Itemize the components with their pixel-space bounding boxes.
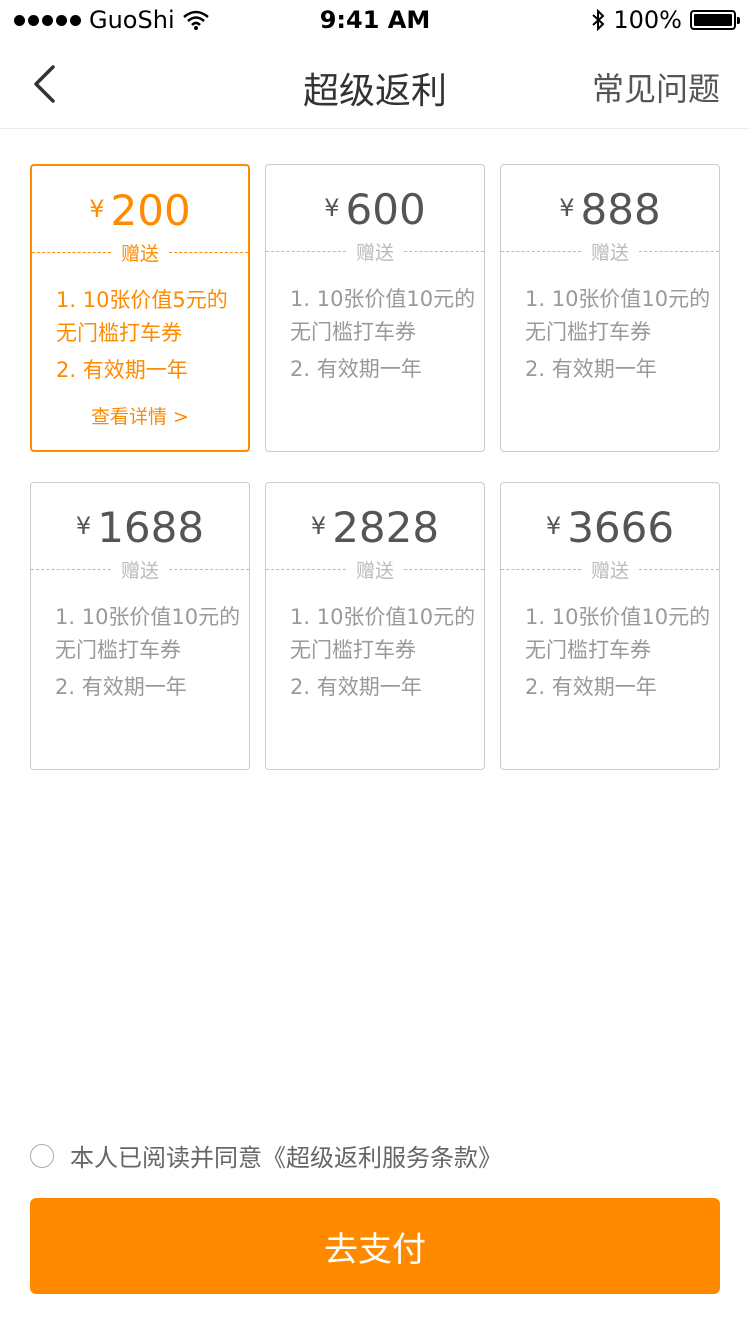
amount-value: 3666: [567, 503, 675, 552]
benefit-2: 2. 有效期一年: [56, 358, 188, 382]
pay-button[interactable]: 去支付: [30, 1198, 720, 1294]
benefit-1: 1. 10张价值10元的无门槛打车券: [290, 605, 476, 662]
battery-icon: [690, 10, 740, 30]
nav-bar: 超级返利 常见问题: [0, 40, 750, 129]
price: ¥200: [32, 186, 248, 235]
status-bar: GuoShi 9:41 AM 100%: [0, 0, 750, 40]
currency-symbol: ¥: [559, 194, 575, 222]
benefit-2: 2. 有效期一年: [525, 357, 657, 381]
amount-value: 1688: [97, 503, 205, 552]
currency-symbol: ¥: [75, 512, 92, 540]
status-left: GuoShi: [14, 6, 209, 34]
details-link[interactable]: 查看详情 >: [32, 402, 248, 429]
price: ¥1688: [31, 503, 249, 552]
benefits: 1. 10张价值10元的无门槛打车券 2. 有效期一年: [290, 601, 476, 704]
amount-card-3666[interactable]: ¥3666 赠送 1. 10张价值10元的无门槛打车券 2. 有效期一年: [500, 482, 720, 770]
bluetooth-icon: [592, 9, 605, 31]
gift-divider: 赠送: [32, 240, 249, 265]
gift-divider: 赠送: [266, 239, 485, 264]
gift-divider: 赠送: [501, 557, 720, 582]
amount-value: 600: [345, 185, 426, 234]
price: ¥888: [501, 185, 719, 234]
amount-card-888[interactable]: ¥888 赠送 1. 10张价值10元的无门槛打车券 2. 有效期一年: [500, 164, 720, 452]
benefit-2: 2. 有效期一年: [290, 675, 422, 699]
amount-card-600[interactable]: ¥600 赠送 1. 10张价值10元的无门槛打车券 2. 有效期一年: [265, 164, 485, 452]
faq-link[interactable]: 常见问题: [592, 64, 720, 110]
gift-label: 赠送: [121, 242, 160, 265]
amount-card-1688[interactable]: ¥1688 赠送 1. 10张价值10元的无门槛打车券 2. 有效期一年: [30, 482, 250, 770]
gift-label: 赠送: [591, 559, 630, 582]
gift-label: 赠送: [356, 241, 395, 264]
benefit-2: 2. 有效期一年: [290, 357, 422, 381]
currency-symbol: ¥: [545, 512, 562, 540]
price: ¥3666: [501, 503, 719, 552]
status-right: 100%: [591, 6, 740, 34]
gift-divider: 赠送: [266, 557, 485, 582]
gift-label: 赠送: [121, 559, 160, 582]
benefit-2: 2. 有效期一年: [525, 675, 657, 699]
benefits: 1. 10张价值10元的无门槛打车券 2. 有效期一年: [525, 601, 711, 704]
carrier-name: GuoShi: [89, 6, 175, 34]
currency-symbol: ¥: [324, 194, 340, 222]
amount-card-200[interactable]: ¥200 赠送 1. 10张价值5元的无门槛打车券 2. 有效期一年 查看详情 …: [30, 164, 250, 452]
battery-percent: 100%: [613, 6, 682, 34]
benefit-1: 1. 10张价值5元的无门槛打车券: [56, 288, 228, 345]
benefit-1: 1. 10张价值10元的无门槛打车券: [55, 605, 241, 662]
benefit-1: 1. 10张价值10元的无门槛打车券: [525, 287, 711, 344]
agreement-row: 本人已阅读并同意《超级返利服务条款》: [30, 1138, 502, 1173]
benefit-1: 1. 10张价值10元的无门槛打车券: [525, 605, 711, 662]
benefits: 1. 10张价值10元的无门槛打车券 2. 有效期一年: [290, 283, 476, 386]
amount-value: 200: [110, 186, 191, 235]
gift-divider: 赠送: [31, 557, 250, 582]
benefits: 1. 10张价值10元的无门槛打车券 2. 有效期一年: [55, 601, 241, 704]
amount-card-2828[interactable]: ¥2828 赠送 1. 10张价值10元的无门槛打车券 2. 有效期一年: [265, 482, 485, 770]
benefits: 1. 10张价值10元的无门槛打车券 2. 有效期一年: [525, 283, 711, 386]
currency-symbol: ¥: [89, 195, 105, 223]
amount-value: 888: [580, 185, 661, 234]
benefit-1: 1. 10张价值10元的无门槛打车券: [290, 287, 476, 344]
gift-label: 赠送: [591, 241, 630, 264]
currency-symbol: ¥: [310, 512, 327, 540]
chevron-left-icon: [34, 65, 55, 103]
gift-label: 赠送: [356, 559, 395, 582]
gift-divider: 赠送: [501, 239, 720, 264]
price: ¥2828: [266, 503, 484, 552]
agreement-checkbox[interactable]: [30, 1143, 54, 1168]
signal-dots-icon: [14, 14, 81, 26]
agreement-text[interactable]: 本人已阅读并同意《超级返利服务条款》: [70, 1138, 502, 1173]
benefit-2: 2. 有效期一年: [55, 675, 187, 699]
benefits: 1. 10张价值5元的无门槛打车券 2. 有效期一年: [56, 284, 240, 387]
amount-value: 2828: [332, 503, 440, 552]
price: ¥600: [266, 185, 484, 234]
wifi-icon: [182, 10, 209, 30]
back-button[interactable]: [24, 62, 64, 106]
